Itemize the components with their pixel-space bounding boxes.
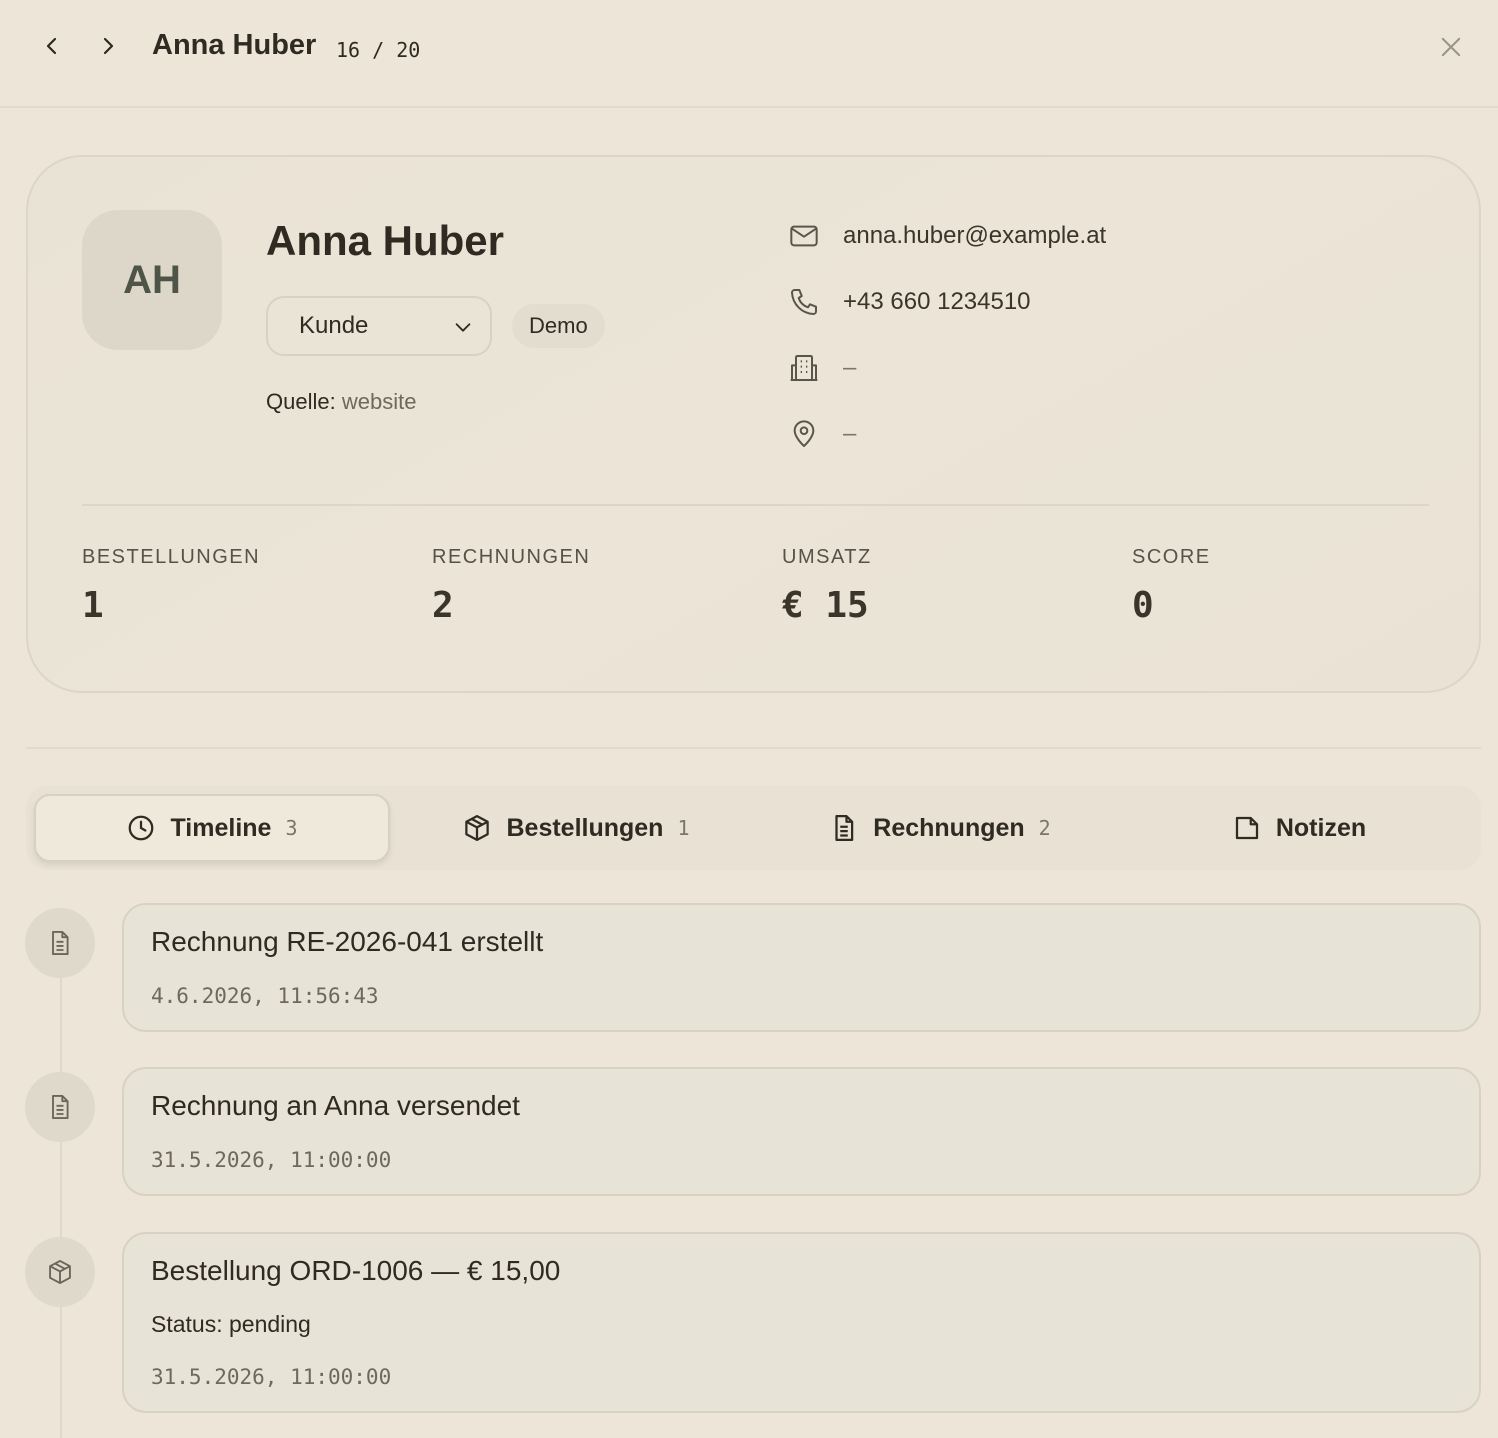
phone-value: +43 660 1234510	[843, 288, 1031, 315]
timeline-item[interactable]: Rechnung RE-2026-041 erstellt 4.6.2026, …	[122, 903, 1481, 1032]
tab-label: Bestellungen	[506, 813, 664, 842]
tab-label: Notizen	[1275, 813, 1367, 842]
tab-count: 1	[677, 816, 690, 840]
status-select[interactable]: Kunde	[266, 296, 492, 356]
package-icon	[465, 815, 490, 841]
previous-button[interactable]	[34, 28, 70, 64]
tab-label: Rechnungen	[873, 813, 1025, 842]
chevron-left-icon	[46, 37, 57, 55]
next-button[interactable]	[90, 28, 126, 64]
chevron-down-icon	[455, 323, 471, 332]
top-bar: Anna Huber 16 / 20	[0, 0, 1498, 108]
address-value: –	[843, 420, 857, 447]
timeline-time: 31.5.2026, 11:00:00	[151, 1365, 392, 1389]
map-pin-icon	[793, 420, 815, 447]
source-info: Quelle: website	[266, 389, 416, 415]
stat-label: RECHNUNGEN	[432, 546, 591, 568]
tab-count: 3	[285, 816, 298, 840]
note-icon	[1235, 816, 1258, 840]
phone-row[interactable]: +43 660 1234510	[788, 282, 1031, 322]
stat-label: SCORE	[1132, 546, 1211, 568]
stat-value: 0	[1132, 585, 1154, 626]
tab-label: Timeline	[170, 813, 272, 842]
source-value: website	[341, 389, 417, 414]
page-title: Anna Huber	[152, 29, 317, 61]
timeline-line	[60, 975, 62, 1438]
package-icon	[49, 1259, 71, 1285]
stat-value: 2	[432, 585, 454, 626]
address-row: –	[788, 414, 856, 454]
chevron-right-icon	[103, 37, 114, 55]
tab-orders[interactable]: Bestellungen 1	[398, 794, 754, 862]
company-row: –	[788, 348, 856, 388]
contact-name: Anna Huber	[266, 217, 505, 264]
tab-count: 2	[1038, 816, 1051, 840]
close-button[interactable]	[1434, 30, 1468, 64]
timeline-title: Bestellung ORD-1006 — € 15,00	[151, 1255, 561, 1286]
stat-orders: BESTELLUNGEN 1	[82, 546, 260, 626]
stat-label: BESTELLUNGEN	[82, 546, 261, 568]
avatar: AH	[82, 210, 222, 350]
timeline-title: Rechnung RE-2026-041 erstellt	[151, 926, 544, 957]
stat-invoices: RECHNUNGEN 2	[432, 546, 590, 626]
timeline-item[interactable]: Rechnung an Anna versendet 31.5.2026, 11…	[122, 1067, 1481, 1196]
source-label: Quelle:	[266, 389, 336, 414]
tab-timeline[interactable]: Timeline 3	[34, 794, 390, 862]
stat-revenue: UMSATZ € 15	[782, 546, 872, 626]
document-icon	[52, 1094, 69, 1120]
company-value: –	[843, 354, 857, 381]
timeline-dot	[25, 1237, 95, 1307]
timeline-status: Status: pending	[151, 1311, 311, 1337]
stat-value: € 15	[782, 585, 869, 626]
timeline-item[interactable]: Bestellung ORD-1006 — € 15,00 Status: pe…	[122, 1232, 1481, 1413]
stat-value: 1	[82, 585, 104, 626]
timeline-time: 31.5.2026, 11:00:00	[151, 1148, 392, 1172]
stat-label: UMSATZ	[782, 546, 872, 568]
stat-score: SCORE 0	[1132, 546, 1211, 626]
document-icon	[835, 815, 854, 841]
tab-bar: Timeline 3 Bestellungen 1 Rechnungen 2 N…	[26, 786, 1481, 870]
clock-icon	[129, 815, 154, 841]
status-select-value: Kunde	[299, 312, 369, 339]
mail-icon	[790, 225, 818, 247]
demo-badge: Demo	[512, 304, 605, 348]
timeline-dot	[25, 1072, 95, 1142]
tab-invoices[interactable]: Rechnungen 2	[762, 794, 1118, 862]
email-row[interactable]: anna.huber@example.at	[788, 216, 1106, 256]
phone-icon	[791, 289, 817, 315]
timeline-time: 4.6.2026, 11:56:43	[151, 984, 379, 1008]
card-divider	[82, 504, 1429, 506]
timeline-dot	[25, 908, 95, 978]
profile-card: AH Anna Huber Kunde Demo Quelle: website…	[26, 155, 1481, 693]
tab-notes[interactable]: Notizen	[1126, 794, 1472, 862]
building-icon	[790, 355, 818, 381]
document-icon	[52, 930, 69, 956]
close-icon	[1441, 37, 1461, 57]
timeline-title: Rechnung an Anna versendet	[151, 1090, 520, 1121]
email-value: anna.huber@example.at	[843, 222, 1107, 249]
record-counter: 16 / 20	[336, 38, 421, 62]
section-divider	[26, 747, 1481, 749]
